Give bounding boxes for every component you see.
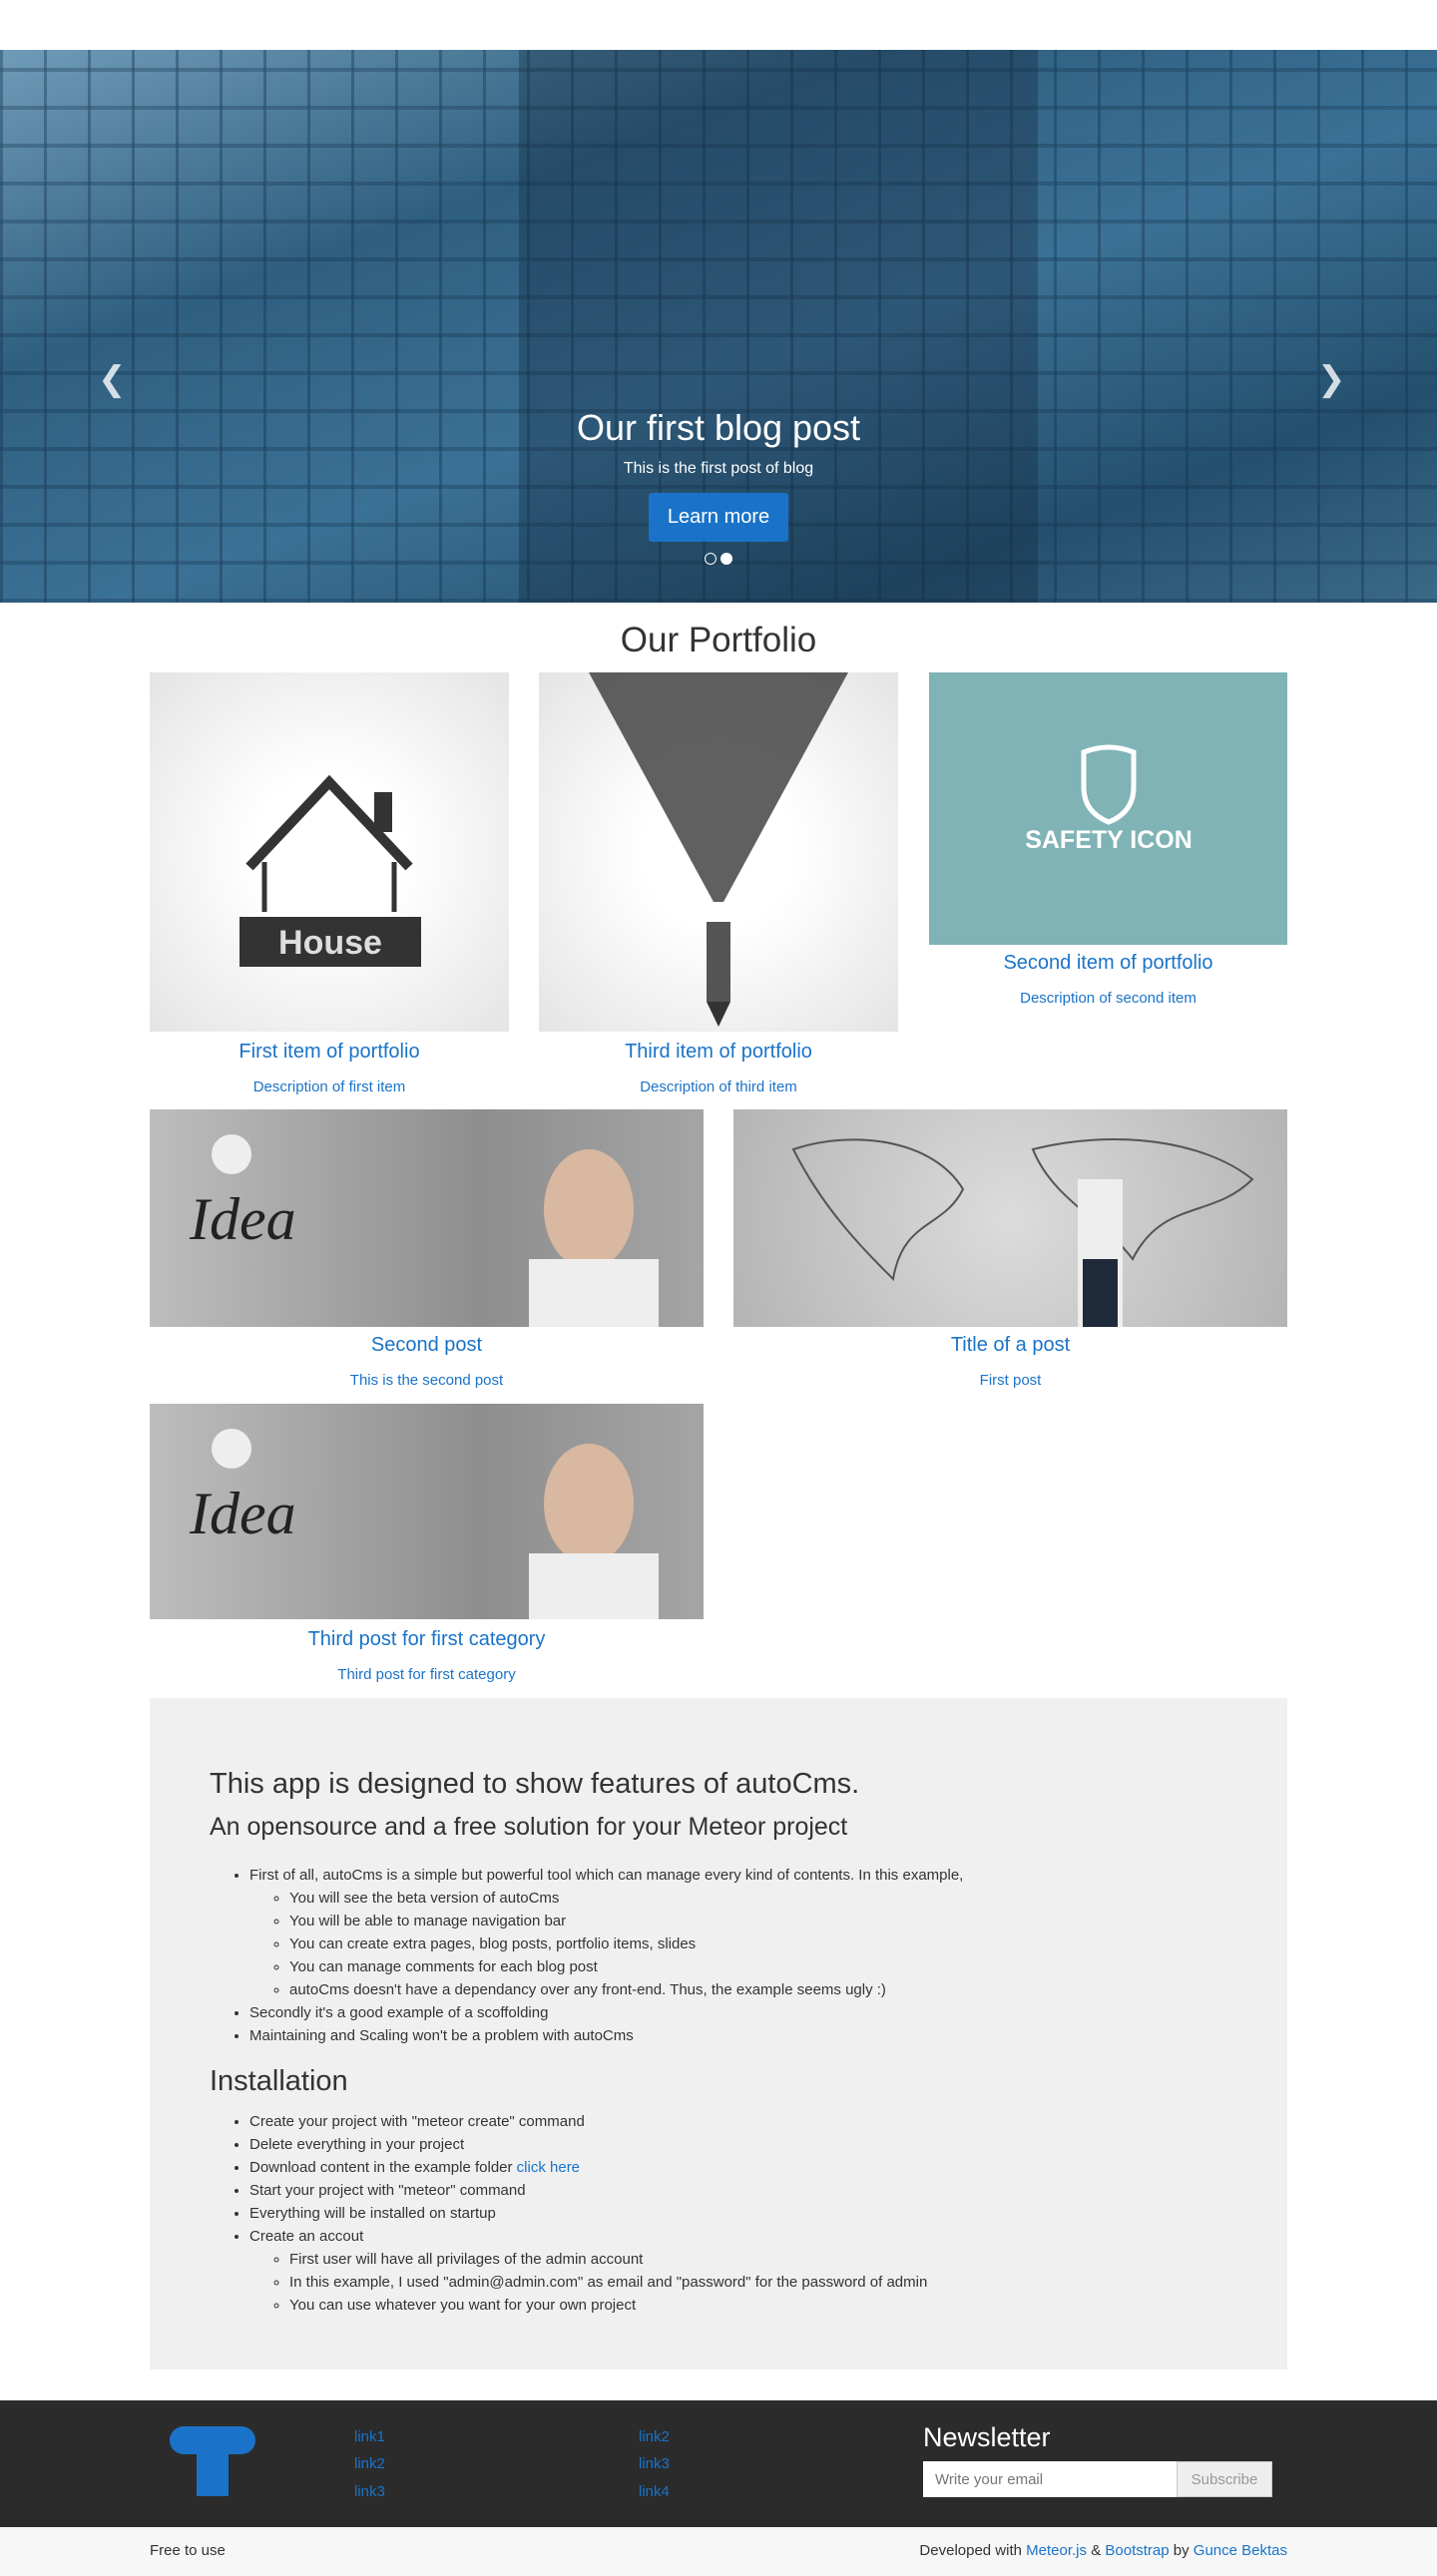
portfolio-item[interactable] [539, 672, 898, 1032]
safety-icon-image[interactable]: SAFETY ICON [929, 672, 1287, 945]
list-item: In this example, I used "admin@admin.com… [289, 2271, 1227, 2294]
carousel-indicator-1[interactable] [705, 553, 717, 565]
world-map-image[interactable] [733, 1109, 1287, 1327]
letters-pencil-image[interactable] [539, 672, 898, 1032]
credits-text: Developed with [919, 2542, 1022, 2559]
blog-post-item[interactable] [733, 1109, 1287, 1327]
blog-post-desc: Third post for first category [337, 1666, 516, 1683]
footer-link[interactable]: link3 [354, 2483, 385, 2500]
bootstrap-link[interactable]: Bootstrap [1105, 2542, 1169, 2559]
footer-link[interactable]: link4 [639, 2483, 670, 2500]
subscribe-button[interactable]: Subscribe [1177, 2461, 1272, 2497]
footer-link[interactable]: link1 [354, 2428, 385, 2445]
svg-text:SAFETY ICON: SAFETY ICON [1025, 826, 1193, 854]
list-item: Secondly it's a good example of a scoffo… [249, 2001, 1227, 2024]
idea-image[interactable]: Idea [150, 1109, 704, 1327]
shield-icon: SAFETY ICON [1025, 744, 1193, 854]
footer: link1 link2 link3 link2 link3 link4 News… [0, 2400, 1437, 2527]
list-item: Create your project with "meteor create"… [249, 2110, 1227, 2133]
installation-heading: Installation [210, 2065, 348, 2097]
feature-list: First of all, autoCms is a simple but po… [210, 1864, 1227, 2047]
list-item-text: Create an accout [249, 2228, 364, 2245]
blog-post-title[interactable]: Title of a post [733, 1334, 1287, 1357]
list-item: You will see the beta version of autoCms [289, 1887, 1227, 1910]
portfolio-title: Our Portfolio [620, 621, 817, 659]
portfolio-item-desc: Description of third item [640, 1078, 797, 1095]
about-heading: This app is designed to show features of… [210, 1768, 860, 1800]
learn-more-button[interactable]: Learn more [649, 493, 788, 542]
list-item: You can manage comments for each blog po… [289, 1955, 1227, 1978]
credits-text: & [1091, 2542, 1102, 2559]
svg-text:Idea: Idea [189, 1186, 296, 1252]
list-item: You can use whatever you want for your o… [289, 2294, 1227, 2317]
author-link[interactable]: Gunce Bektas [1194, 2542, 1287, 2559]
footer-link[interactable]: link3 [639, 2455, 670, 2472]
installation-list: Create your project with "meteor create"… [210, 2110, 1227, 2317]
svg-text:House: House [278, 924, 382, 962]
bottom-bar: Free to use Developed with Meteor.js & B… [0, 2527, 1437, 2576]
blog-post-item[interactable]: Idea [150, 1109, 704, 1327]
portfolio-item-title[interactable]: Second item of portfolio [929, 952, 1287, 975]
pencil-icon [589, 672, 848, 1027]
footer-link[interactable]: link2 [639, 2428, 670, 2445]
logo-icon [170, 2426, 255, 2496]
list-item: Start your project with "meteor" command [249, 2179, 1227, 2202]
svg-text:Idea: Idea [189, 1481, 296, 1546]
list-item: autoCms doesn't have a dependancy over a… [289, 1978, 1227, 2001]
house-image[interactable]: House [150, 672, 509, 1032]
portfolio-item[interactable]: House [150, 672, 509, 1032]
chevron-right-icon[interactable]: ❯ [1317, 359, 1346, 399]
list-item: Download content in the example folder c… [249, 2156, 1227, 2179]
portfolio-item-desc: Description of first item [252, 1078, 406, 1095]
blog-post-desc: First post [979, 1372, 1042, 1389]
house-icon: House [240, 774, 421, 967]
portfolio-item-title[interactable]: First item of portfolio [150, 1041, 509, 1064]
list-item: First user will have all privilages of t… [289, 2248, 1227, 2271]
footer-link[interactable]: link2 [354, 2455, 385, 2472]
idea-illustration: Idea [189, 1134, 659, 1327]
about-subheading: An opensource and a free solution for yo… [210, 1813, 848, 1841]
blog-post-title[interactable]: Third post for first category [150, 1628, 704, 1651]
meteor-link[interactable]: Meteor.js [1026, 2542, 1087, 2559]
license-text: Free to use [150, 2542, 226, 2559]
credits-text: by [1173, 2542, 1190, 2559]
list-item: First of all, autoCms is a simple but po… [249, 1864, 1227, 2001]
about-section: This app is designed to show features of… [150, 1698, 1287, 2369]
newsletter-email-input[interactable] [923, 2461, 1177, 2497]
hero-carousel: ❮ ❯ Our first blog post This is the firs… [0, 50, 1437, 603]
hero-title: Our first blog post [576, 407, 861, 448]
world-map-illustration [791, 1138, 1254, 1327]
list-item: You can create extra pages, blog posts, … [289, 1932, 1227, 1955]
blog-post-item[interactable]: Idea [150, 1404, 704, 1619]
list-item-text: Download content in the example folder [249, 2159, 513, 2176]
portfolio-item-title[interactable]: Third item of portfolio [539, 1041, 898, 1064]
download-link[interactable]: click here [517, 2159, 580, 2176]
list-item: Maintaining and Scaling won't be a probl… [249, 2024, 1227, 2047]
list-item: Delete everything in your project [249, 2133, 1227, 2156]
chevron-left-icon[interactable]: ❮ [98, 359, 127, 399]
blog-post-title[interactable]: Second post [150, 1334, 704, 1357]
list-item: You will be able to manage navigation ba… [289, 1910, 1227, 1932]
portfolio-item-desc: Description of second item [1020, 990, 1197, 1007]
carousel-indicator-2[interactable] [720, 553, 732, 565]
idea-image[interactable]: Idea [150, 1404, 704, 1619]
idea-illustration: Idea [189, 1429, 659, 1619]
blog-post-desc: This is the second post [349, 1372, 504, 1389]
portfolio-item[interactable]: SAFETY ICON [929, 672, 1287, 945]
credits: Developed with Meteor.js & Bootstrap by … [919, 2542, 1287, 2559]
list-item-text: First of all, autoCms is a simple but po… [249, 1867, 964, 1884]
list-item: Everything will be installed on startup [249, 2202, 1227, 2225]
newsletter-title: Newsletter [923, 2422, 1051, 2452]
list-item: Create an accout First user will have al… [249, 2225, 1227, 2317]
hero-subtitle: This is the first post of blog [623, 460, 814, 477]
